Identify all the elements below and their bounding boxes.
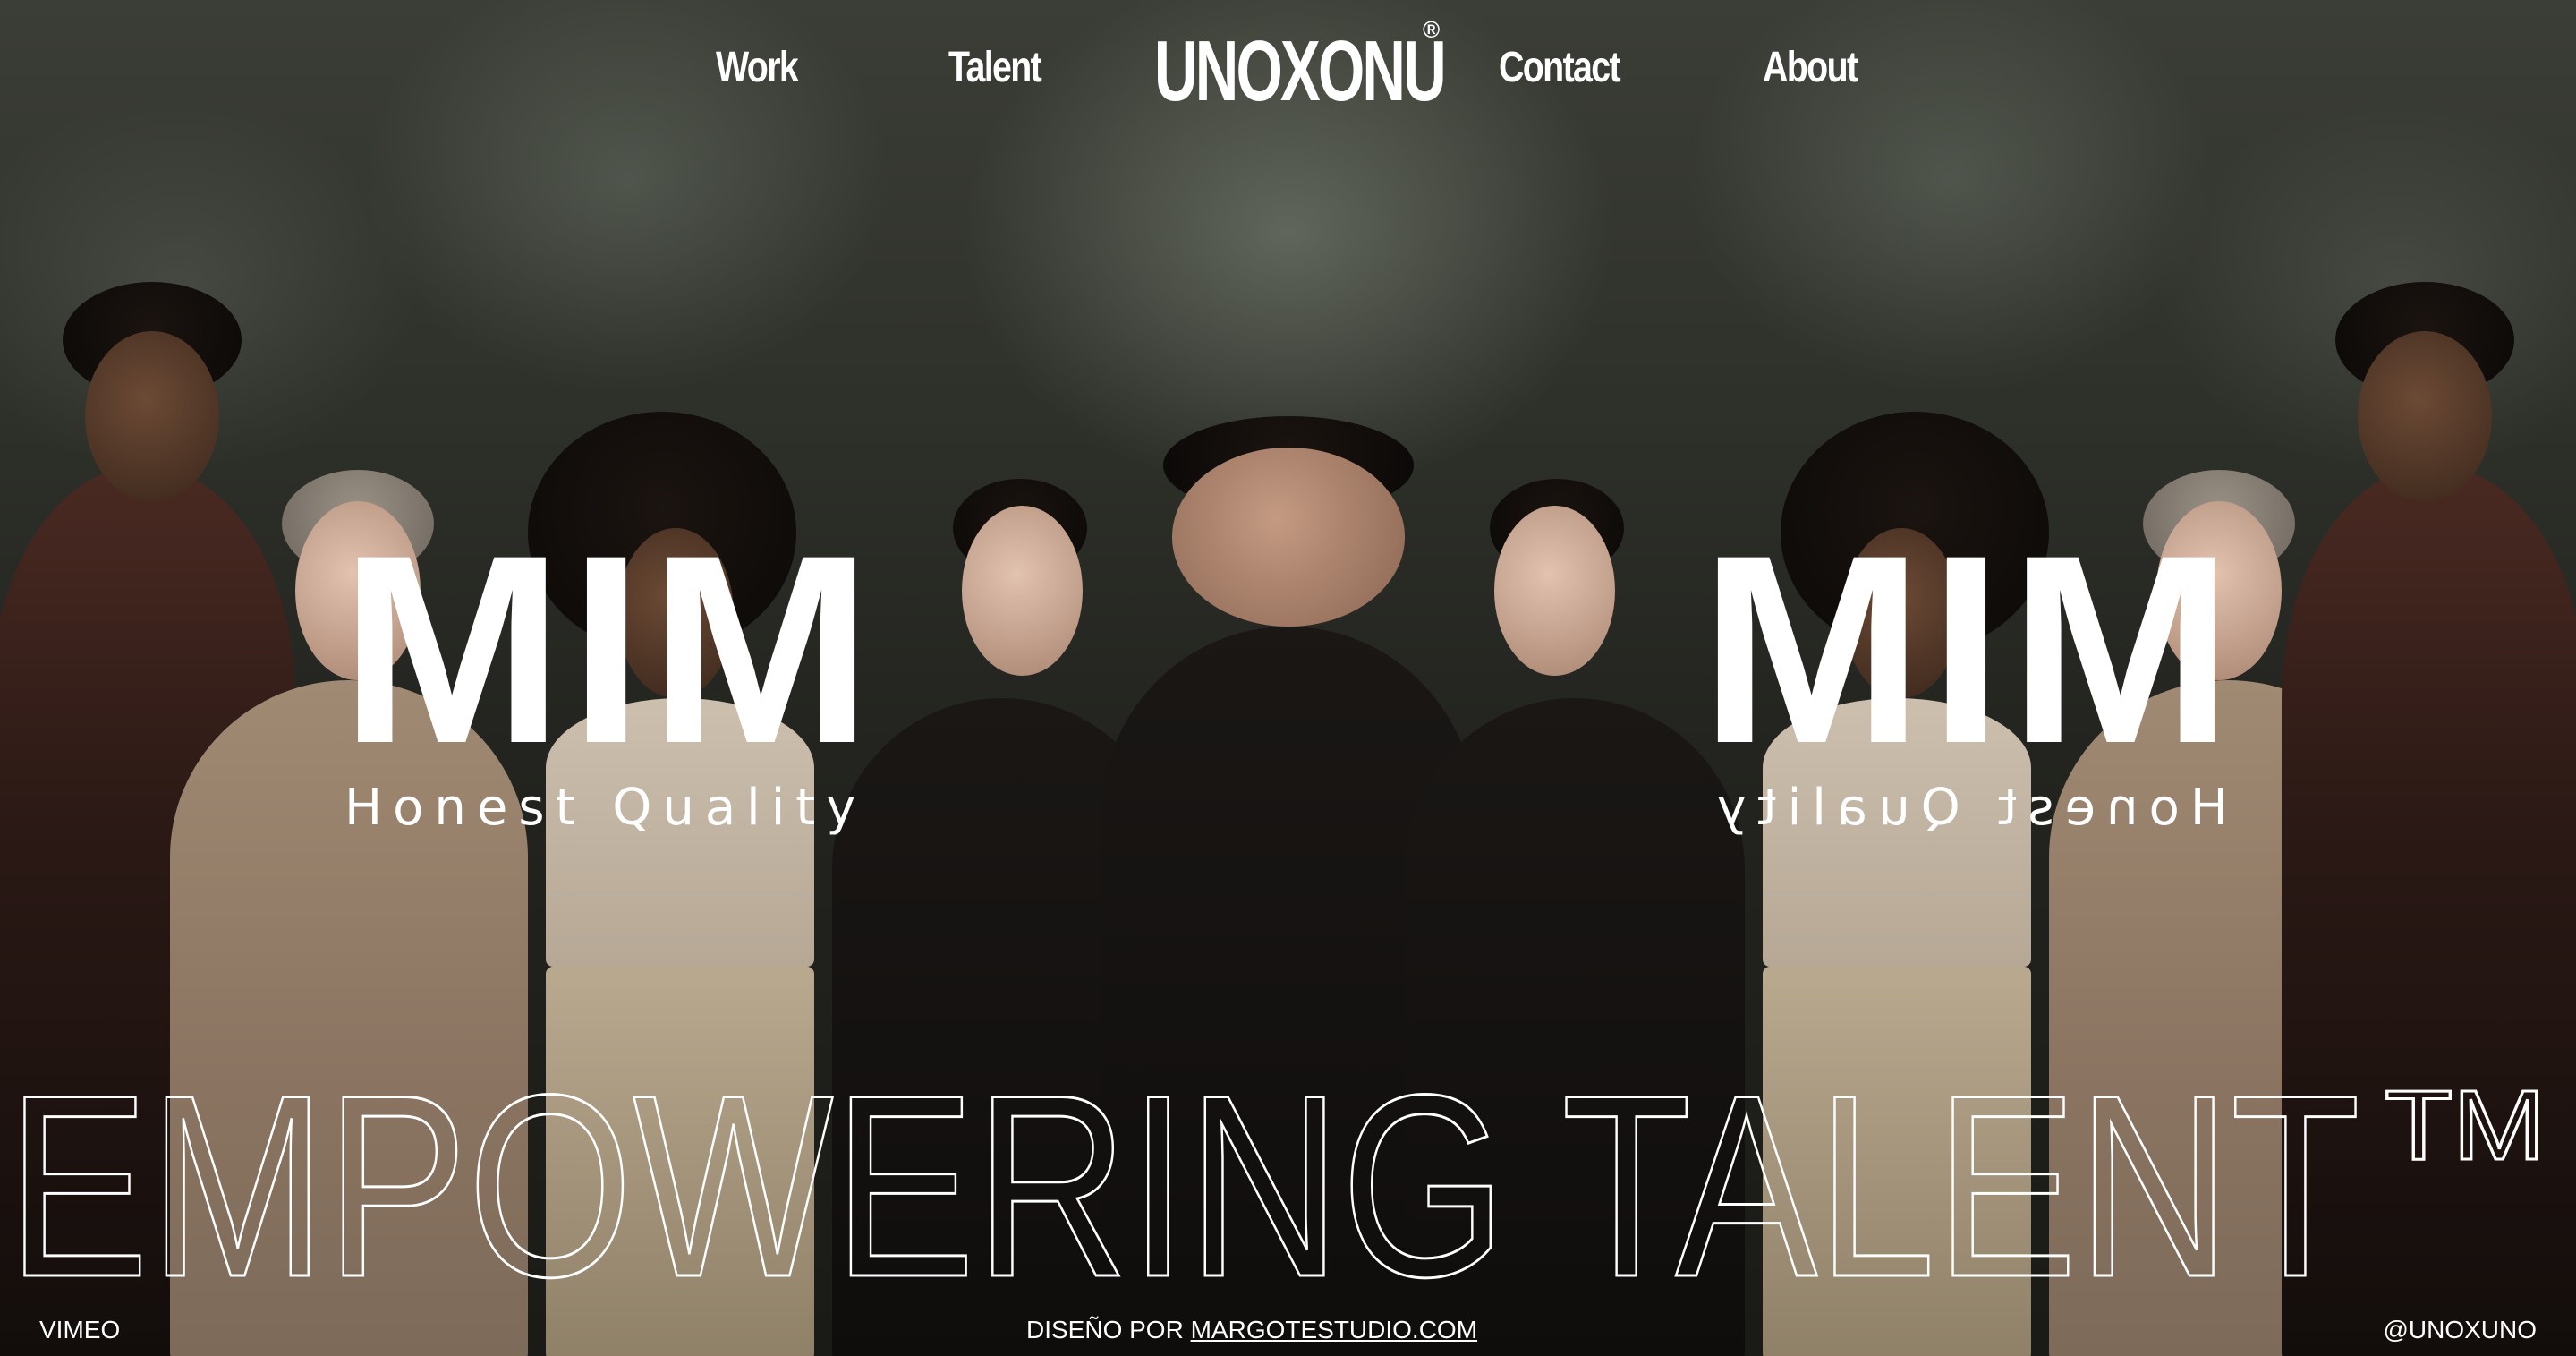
tagline-left: Honest Quality: [344, 779, 867, 837]
margot-estudio-link[interactable]: MARGOTESTUDIO.COM: [1191, 1316, 1477, 1343]
headline-text: EMPOWERING TALENT: [7, 1061, 2360, 1293]
brand-logo[interactable]: UNOXONU ®: [1154, 14, 1450, 129]
tagline-right: Honest Quality: [1705, 779, 2228, 837]
nav-contact[interactable]: Contact: [1499, 43, 1621, 92]
registered-mark: ®: [1423, 16, 1441, 43]
hero-video-background: Work Talent UNOXONU ® Contact About MIM …: [0, 0, 2576, 1356]
logo-wordmark: UNOXONU: [1154, 23, 1447, 119]
empowering-talent-headline: EMPOWERING TALENT TM: [6, 1061, 2547, 1293]
brand-mim-right: MIM: [1694, 499, 2232, 799]
instagram-handle-link[interactable]: @UNOXUNO: [2383, 1318, 2537, 1343]
brand-mim-right-group: MIM Honest Quality: [1593, 499, 2237, 837]
credit-prefix: DISEÑO POR: [1026, 1316, 1191, 1343]
brand-mim-left: MIM: [340, 499, 879, 799]
nav-talent[interactable]: Talent: [948, 43, 1042, 92]
trademark-mark: TM: [2385, 1070, 2546, 1181]
design-credit: DISEÑO POR MARGOTESTUDIO.COM: [1026, 1318, 1477, 1343]
nav-work[interactable]: Work: [716, 43, 799, 92]
vimeo-link[interactable]: VIMEO: [39, 1318, 120, 1343]
nav-about[interactable]: About: [1763, 43, 1858, 92]
